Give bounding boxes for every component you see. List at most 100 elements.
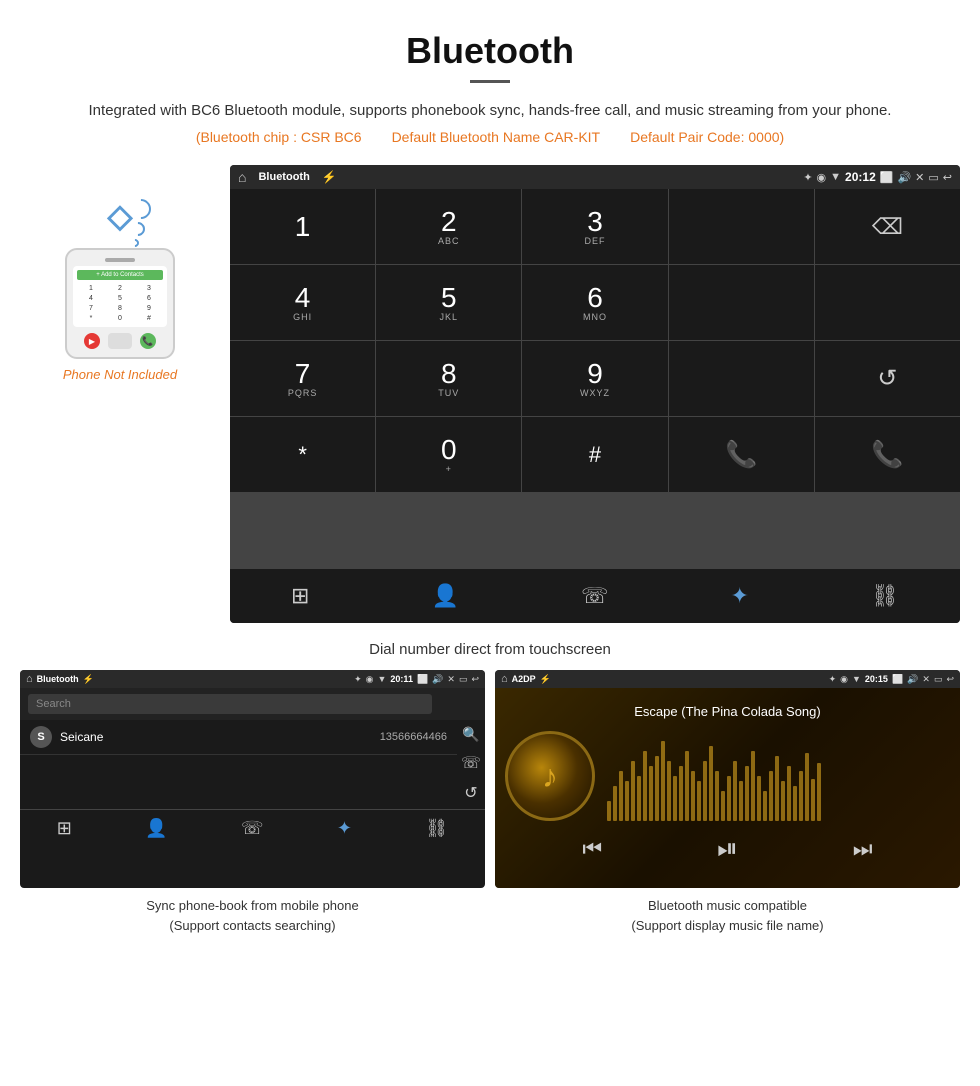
dial-empty-r2c4 bbox=[669, 265, 814, 340]
music-back-icon[interactable]: ↩ bbox=[946, 674, 954, 685]
waveform-bar bbox=[727, 776, 731, 821]
phone-screen: + Add to Contacts 123 456 789 *0# bbox=[73, 266, 167, 327]
dial-key-hash[interactable]: # bbox=[522, 417, 667, 492]
music-title: A2DP bbox=[512, 674, 536, 684]
pb-close-icon[interactable]: ✕ bbox=[447, 674, 455, 685]
car-bottom-nav: ⊞ 👤 ☏ ✦ ⛓ bbox=[230, 568, 960, 623]
music-screen: ⌂ A2DP ⚡ ✦ ◉ ▼ 20:15 ⬜ 🔊 ✕ ▭ ↩ Escape (T… bbox=[495, 670, 960, 888]
pb-nav-phone[interactable]: ☏ bbox=[241, 818, 264, 839]
pb-sync-icon[interactable]: ↺ bbox=[464, 783, 477, 803]
pb-contact-row[interactable]: S Seicane 13566664466 bbox=[20, 720, 457, 755]
waveform-bar bbox=[691, 771, 695, 821]
pb-search-bar: Search bbox=[20, 688, 485, 720]
home-icon[interactable]: ⌂ bbox=[238, 169, 246, 185]
dial-key-6[interactable]: 6 MNO bbox=[522, 265, 667, 340]
prev-track-button[interactable]: ⏮ bbox=[582, 836, 602, 862]
nav-phone-icon[interactable]: ☏ bbox=[571, 579, 619, 613]
main-section: ⬦ + Add to Contacts 123 456 789 *0# bbox=[0, 155, 980, 633]
nav-link-icon[interactable]: ⛓ bbox=[861, 579, 909, 613]
music-vol-icon: 🔊 bbox=[907, 674, 918, 685]
dial-redial[interactable]: ↺ bbox=[815, 341, 960, 416]
pb-search-icon[interactable]: 🔍 bbox=[462, 726, 479, 743]
clock: 20:12 bbox=[845, 170, 876, 184]
music-card: ⌂ A2DP ⚡ ✦ ◉ ▼ 20:15 ⬜ 🔊 ✕ ▭ ↩ Escape (T… bbox=[495, 670, 960, 935]
waveform-bar bbox=[733, 761, 737, 821]
pb-nav-link[interactable]: ⛓ bbox=[425, 818, 448, 839]
dial-key-7[interactable]: 7 PQRS bbox=[230, 341, 375, 416]
waveform-bar bbox=[817, 763, 821, 821]
waveform-bar bbox=[787, 766, 791, 821]
dial-empty-r1c4 bbox=[669, 189, 814, 264]
pb-title: Bluetooth bbox=[37, 674, 79, 684]
nav-bluetooth-icon[interactable]: ✦ bbox=[721, 579, 759, 613]
waveform-bar bbox=[679, 766, 683, 821]
dial-call-red[interactable]: 📞 bbox=[815, 417, 960, 492]
specs-line: (Bluetooth chip : CSR BC6 Default Blueto… bbox=[40, 129, 940, 145]
music-home-icon[interactable]: ⌂ bbox=[501, 673, 508, 685]
pb-signal-icon: ▼ bbox=[378, 674, 387, 684]
phone-home-btn bbox=[108, 333, 132, 349]
waveform-bar bbox=[757, 776, 761, 821]
dial-key-2[interactable]: 2 ABC bbox=[376, 189, 521, 264]
volume-icon[interactable]: 🔊 bbox=[897, 171, 911, 184]
bottom-section: ⌂ Bluetooth ⚡ ✦ ◉ ▼ 20:11 ⬜ 🔊 ✕ ▭ ↩ Sear… bbox=[0, 670, 980, 955]
waveform-bar bbox=[697, 781, 701, 821]
dial-empty-r3c4 bbox=[669, 341, 814, 416]
dialpad-grid: 1 2 ABC 3 DEF ⌫ 4 GHI 5 JKL bbox=[230, 189, 960, 568]
nav-grid-icon[interactable]: ⊞ bbox=[281, 579, 319, 613]
contact-avatar: S bbox=[30, 726, 52, 748]
dial-key-1[interactable]: 1 bbox=[230, 189, 375, 264]
dial-key-8[interactable]: 8 TUV bbox=[376, 341, 521, 416]
next-track-button[interactable]: ⏭ bbox=[853, 836, 873, 862]
window-icon[interactable]: ▭ bbox=[928, 171, 938, 184]
close-icon[interactable]: ✕ bbox=[915, 171, 924, 184]
nav-person-icon[interactable]: 👤 bbox=[422, 579, 469, 613]
waveform-bar bbox=[763, 791, 767, 821]
pb-back-icon[interactable]: ↩ bbox=[471, 674, 479, 685]
dial-key-3[interactable]: 3 DEF bbox=[522, 189, 667, 264]
dial-key-9[interactable]: 9 WXYZ bbox=[522, 341, 667, 416]
music-win-icon: ▭ bbox=[934, 674, 943, 685]
music-loc-icon: ◉ bbox=[840, 674, 848, 685]
title-divider bbox=[470, 80, 510, 83]
play-pause-button[interactable]: ⏯ bbox=[717, 833, 738, 865]
dial-key-5[interactable]: 5 JKL bbox=[376, 265, 521, 340]
dial-key-4[interactable]: 4 GHI bbox=[230, 265, 375, 340]
wave2-icon bbox=[128, 219, 148, 239]
phone-not-included-label: Phone Not Included bbox=[63, 367, 177, 382]
dial-backspace[interactable]: ⌫ bbox=[815, 189, 960, 264]
pb-nav-person[interactable]: 👤 bbox=[145, 818, 167, 839]
pb-content-area: S Seicane 13566664466 🔍 ☏ ↺ bbox=[20, 720, 485, 809]
waveform-bar bbox=[709, 746, 713, 821]
waveform-bar bbox=[685, 751, 689, 821]
page-title: Bluetooth bbox=[40, 30, 940, 72]
waveform-bar bbox=[661, 741, 665, 821]
pb-vol-icon: 🔊 bbox=[432, 674, 443, 685]
dial-key-star[interactable]: * bbox=[230, 417, 375, 492]
signal-icon: ▼ bbox=[830, 171, 841, 183]
contact-number: 13566664466 bbox=[380, 731, 447, 743]
waveform-bar bbox=[799, 771, 803, 821]
camera-icon[interactable]: ⬜ bbox=[880, 171, 894, 184]
pb-bt-icon: ✦ bbox=[354, 674, 362, 685]
back-icon[interactable]: ↩ bbox=[943, 171, 952, 184]
waveform-bar bbox=[631, 761, 635, 821]
pb-nav-bt[interactable]: ✦ bbox=[337, 818, 352, 839]
music-controls: ⏮ ⏯ ⏭ bbox=[505, 821, 950, 869]
waveform-bar bbox=[739, 781, 743, 821]
dial-key-0[interactable]: 0 + bbox=[376, 417, 521, 492]
phonebook-card: ⌂ Bluetooth ⚡ ✦ ◉ ▼ 20:11 ⬜ 🔊 ✕ ▭ ↩ Sear… bbox=[20, 670, 485, 935]
pb-home-icon[interactable]: ⌂ bbox=[26, 673, 33, 685]
pb-nav-grid[interactable]: ⊞ bbox=[57, 818, 72, 839]
car-screen-main: ⌂ Bluetooth ⚡ ✦ ◉ ▼ 20:12 ⬜ 🔊 ✕ ▭ ↩ 1 bbox=[230, 165, 960, 623]
usb-icon: ⚡ bbox=[322, 170, 337, 184]
add-contacts-bar: + Add to Contacts bbox=[77, 270, 163, 280]
waveform-bar bbox=[775, 756, 779, 821]
music-time: 20:15 bbox=[865, 674, 888, 684]
phonebook-screen: ⌂ Bluetooth ⚡ ✦ ◉ ▼ 20:11 ⬜ 🔊 ✕ ▭ ↩ Sear… bbox=[20, 670, 485, 888]
music-close-icon[interactable]: ✕ bbox=[922, 674, 930, 685]
dial-call-green[interactable]: 📞 bbox=[669, 417, 814, 492]
pb-search-input[interactable]: Search bbox=[28, 694, 432, 714]
pb-call-right-icon[interactable]: ☏ bbox=[461, 753, 481, 773]
header-description: Integrated with BC6 Bluetooth module, su… bbox=[40, 99, 940, 123]
